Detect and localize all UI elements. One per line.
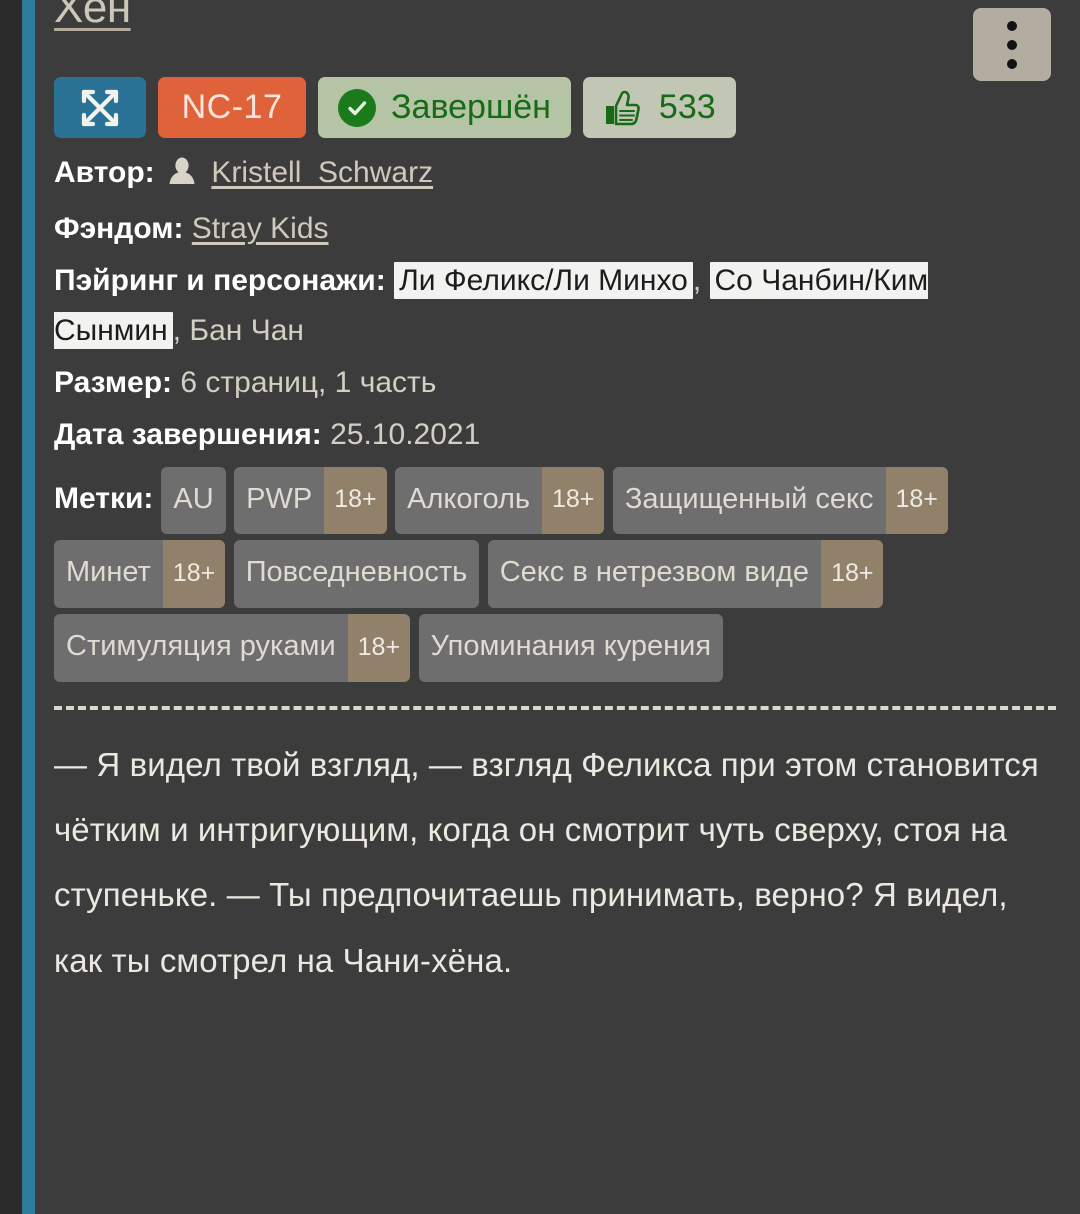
tag-label: Минет xyxy=(54,540,163,608)
tag-chip[interactable]: Защищенный секс 18+ xyxy=(612,466,948,535)
meta-row-date: Дата завершения: 25.10.2021 xyxy=(54,410,1050,460)
tag-age-marker: 18+ xyxy=(821,540,884,608)
tag-label: AU xyxy=(161,466,226,535)
fandom-label: Фэндом: xyxy=(54,212,184,246)
tag-age-marker: 18+ xyxy=(885,466,948,535)
tag-chip[interactable]: Минет 18+ xyxy=(54,540,226,608)
tag-label: Защищенный секс xyxy=(612,466,886,535)
likes-count: 533 xyxy=(658,88,716,126)
tag-age-marker: 18+ xyxy=(324,466,387,535)
character-item[interactable]: Бан Чан xyxy=(189,314,304,347)
tag-list: AU PWP 18+ Алкоголь 18+ Защищенный секс 18+… xyxy=(54,466,952,682)
kebab-dot-2 xyxy=(1007,39,1017,50)
status-label: Завершён xyxy=(391,88,551,126)
rating-label: NC-17 xyxy=(181,88,283,126)
size-label: Размер: xyxy=(54,366,173,400)
tag-label: PWP xyxy=(234,466,325,535)
thumbs-up-icon xyxy=(603,88,643,128)
status-badge[interactable]: Завершён xyxy=(318,77,571,138)
check-circle-icon xyxy=(338,88,376,127)
author-link[interactable]: Kristell_Schwarz xyxy=(211,156,433,189)
tag-chip[interactable]: Упоминания курения xyxy=(418,613,724,682)
tag-chip[interactable]: Секс в нетрезвом виде 18+ xyxy=(487,540,884,608)
author-label: Автор: xyxy=(54,156,155,189)
tag-chip[interactable]: Алкоголь 18+ xyxy=(395,466,605,535)
likes-badge[interactable]: 533 xyxy=(582,77,736,138)
size-value: 6 страниц, 1 часть xyxy=(180,366,437,400)
work-metadata: Автор: Kristell_Schwarz Фэндом: Stray Ki… xyxy=(35,138,1080,461)
pairing-item[interactable]: Ли Феликс/Ли Минхо xyxy=(394,262,693,300)
title-row: Хён xyxy=(35,0,1080,81)
fanfic-work-page: Хён NC-17 Завершён 533 Автор: Kristell_S… xyxy=(0,0,1080,1214)
person-icon xyxy=(167,152,197,202)
tag-chip[interactable]: AU xyxy=(161,466,226,535)
meta-row-size: Размер: 6 страниц, 1 часть xyxy=(54,358,1050,408)
tag-chip[interactable]: PWP 18+ xyxy=(234,466,387,535)
crossed-arrows-icon xyxy=(75,83,125,133)
page-title[interactable]: Хён xyxy=(54,0,131,38)
meta-row-pairing: Пэйринг и персонажи: Ли Феликс/Ли Минхо,… xyxy=(54,256,1050,356)
work-excerpt-text: — Я видел твой взгляд, — взгляд Феликса … xyxy=(54,745,1039,979)
kebab-dot-3 xyxy=(1007,58,1017,69)
tag-label: Секс в нетрезвом виде xyxy=(487,540,822,608)
accent-stripe xyxy=(22,0,35,1214)
fandom-link[interactable]: Stray Kids xyxy=(192,212,329,245)
meta-row-fandom: Фэндом: Stray Kids xyxy=(54,204,1050,254)
tag-age-marker: 18+ xyxy=(162,540,226,608)
kebab-menu-icon[interactable] xyxy=(973,8,1051,81)
tag-age-marker: 18+ xyxy=(347,613,411,682)
rating-badge[interactable]: NC-17 xyxy=(158,77,306,138)
tag-label: Повседневность xyxy=(233,540,480,608)
tags-label: Метки: xyxy=(54,481,154,515)
tag-age-marker: 18+ xyxy=(541,466,605,535)
pairing-label: Пэйринг и персонажи: xyxy=(54,264,386,298)
pairing-separator-2: , xyxy=(172,314,190,348)
pairing-separator-1: , xyxy=(692,264,710,298)
tag-label: Упоминания курения xyxy=(418,613,724,682)
meta-row-author: Автор: Kristell_Schwarz xyxy=(54,148,1050,202)
tag-label: Стимуляция руками xyxy=(54,613,348,682)
category-badge[interactable] xyxy=(54,77,146,138)
page-left-gutter xyxy=(0,0,22,1214)
tag-chip[interactable]: Стимуляция руками 18+ xyxy=(54,613,411,682)
tag-chip[interactable]: Повседневность xyxy=(233,540,480,608)
tag-label: Алкоголь xyxy=(395,466,542,535)
date-value: 25.10.2021 xyxy=(330,418,481,452)
tags-section: Метки: AU PWP 18+ Алкоголь 18+ Защищенный с… xyxy=(35,463,1080,688)
kebab-dot-1 xyxy=(1007,20,1017,31)
date-label: Дата завершения: xyxy=(54,418,322,452)
badge-row: NC-17 Завершён 533 xyxy=(35,62,1080,138)
work-content-panel: Хён NC-17 Завершён 533 Автор: Kristell_S… xyxy=(35,0,1080,1214)
